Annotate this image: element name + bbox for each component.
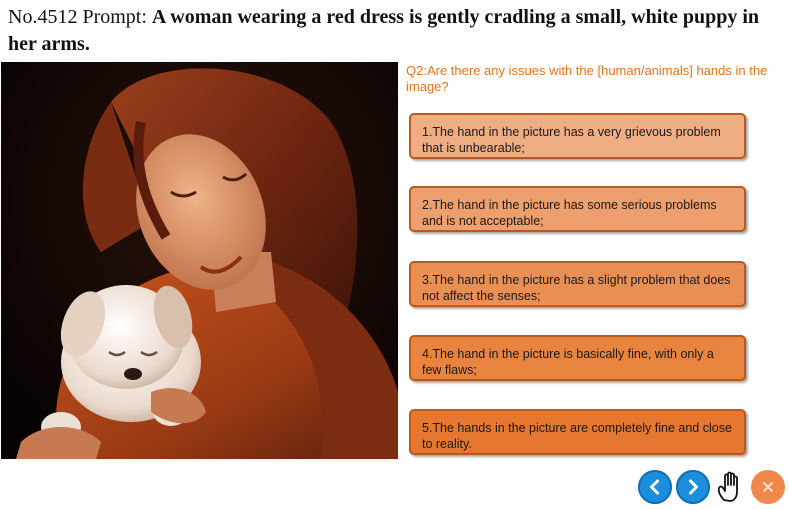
close-icon [763,482,773,492]
answer-option-1[interactable]: 1.The hand in the picture has a very gri… [409,113,746,159]
chevron-left-icon [650,479,659,495]
answer-option-5[interactable]: 5.The hands in the picture are completel… [409,409,746,455]
prompt-number: No.4512 [8,6,78,28]
answer-option-2[interactable]: 2.The hand in the picture has some serio… [409,186,746,232]
close-button[interactable] [751,470,785,504]
answer-option-4[interactable]: 4.The hand in the picture is basically f… [409,335,746,381]
question-text: Q2:Are there any issues with the [human/… [406,63,768,94]
hand-pointer-icon[interactable] [715,470,747,504]
previous-button[interactable] [638,470,672,504]
chevron-right-icon [689,479,698,495]
answer-option-3[interactable]: 3.The hand in the picture has a slight p… [409,261,746,307]
generated-image [1,62,398,459]
prompt-header: No.4512 Prompt: A woman wearing a red dr… [8,4,783,58]
next-button[interactable] [676,470,710,504]
prompt-label: Prompt: [82,6,147,28]
